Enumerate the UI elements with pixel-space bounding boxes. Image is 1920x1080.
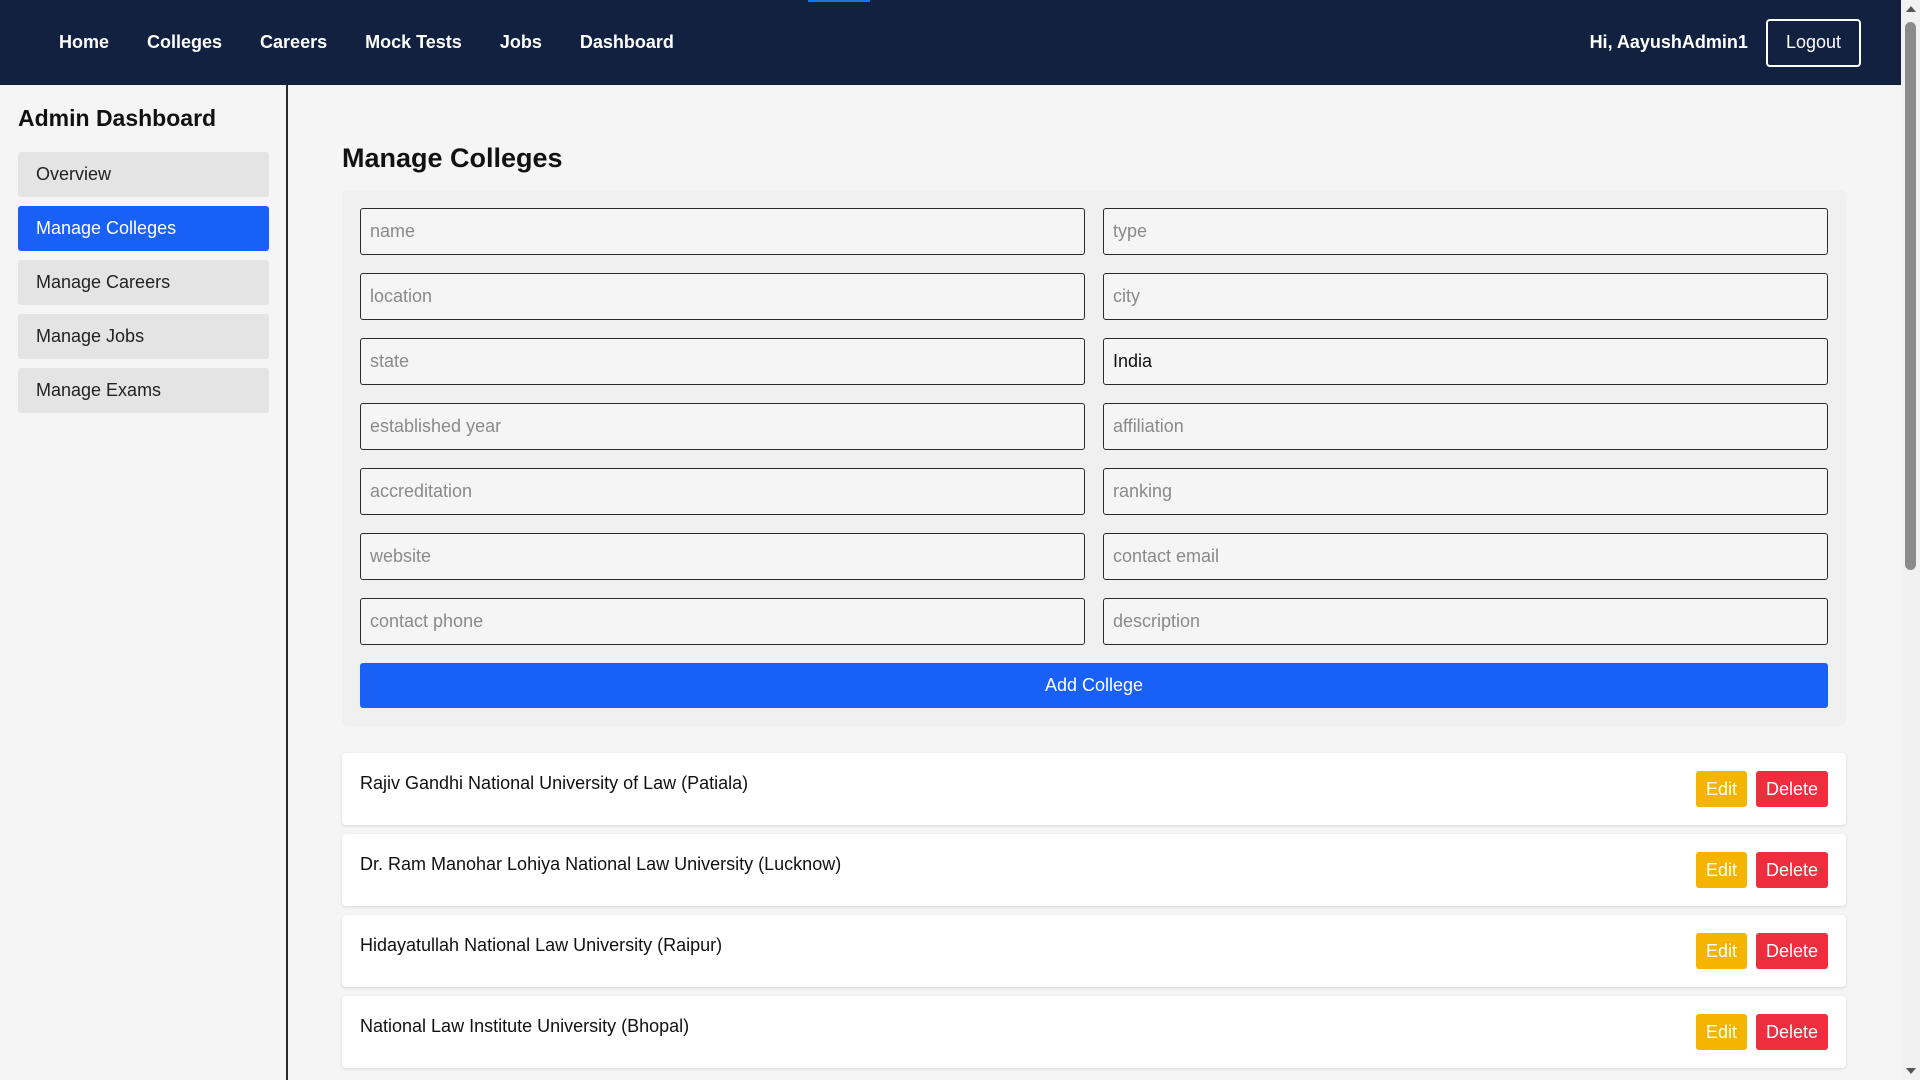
sidebar-title: Admin Dashboard <box>18 105 217 131</box>
row-actions: Edit Delete <box>1695 771 1828 807</box>
row-actions: Edit Delete <box>1695 852 1828 888</box>
nav-link-home[interactable]: Home <box>40 32 128 53</box>
nav-link-careers[interactable]: Careers <box>241 32 346 53</box>
delete-button[interactable]: Delete <box>1755 771 1828 807</box>
page-scrollbar[interactable] <box>1901 0 1920 1080</box>
delete-button[interactable]: Delete <box>1755 852 1828 888</box>
sidebar-item-manage-jobs[interactable]: Manage Jobs <box>18 314 269 359</box>
edit-button[interactable]: Edit <box>1695 933 1747 969</box>
city-field[interactable] <box>1103 273 1828 320</box>
add-college-button[interactable]: Add College <box>360 663 1828 708</box>
type-field[interactable] <box>1103 208 1828 255</box>
delete-button[interactable]: Delete <box>1755 1014 1828 1050</box>
nav-links: Home Colleges Careers Mock Tests Jobs Da… <box>40 32 693 53</box>
nav-active-indicator <box>808 0 870 2</box>
state-field[interactable] <box>360 338 1085 385</box>
ranking-field[interactable] <box>1103 468 1828 515</box>
website-field[interactable] <box>360 533 1085 580</box>
list-item: Dr. Ram Manohar Lohiya National Law Univ… <box>342 834 1846 906</box>
name-field[interactable] <box>360 208 1085 255</box>
sidebar-item-manage-colleges[interactable]: Manage Colleges <box>18 206 269 251</box>
top-navbar: Home Colleges Careers Mock Tests Jobs Da… <box>0 0 1901 85</box>
country-field[interactable] <box>1103 338 1828 385</box>
edit-button[interactable]: Edit <box>1695 1014 1747 1050</box>
college-name: Hidayatullah National Law University (Ra… <box>360 935 723 955</box>
admin-sidebar: Admin Dashboard Overview Manage Colleges… <box>0 85 288 1080</box>
nav-link-jobs[interactable]: Jobs <box>481 32 561 53</box>
user-greeting: Hi, AayushAdmin1 <box>1589 32 1748 52</box>
location-field[interactable] <box>360 273 1085 320</box>
nav-link-dashboard[interactable]: Dashboard <box>561 32 693 53</box>
sidebar-item-manage-exams[interactable]: Manage Exams <box>18 368 269 413</box>
college-name: National Law Institute University (Bhopa… <box>360 1016 690 1036</box>
page-title: Manage Colleges <box>342 143 563 173</box>
list-item: Hidayatullah National Law University (Ra… <box>342 915 1846 987</box>
logout-button[interactable]: Logout <box>1765 18 1861 67</box>
delete-button[interactable]: Delete <box>1755 933 1828 969</box>
row-actions: Edit Delete <box>1695 1014 1828 1050</box>
form-grid <box>360 208 1828 645</box>
scroll-down-arrow-icon[interactable] <box>1906 1068 1916 1074</box>
contact-phone-field[interactable] <box>360 598 1085 645</box>
nav-user-area: Hi, AayushAdmin1 Logout <box>1590 0 1861 85</box>
college-name: Dr. Ram Manohar Lohiya National Law Univ… <box>360 854 842 874</box>
affiliation-field[interactable] <box>1103 403 1828 450</box>
sidebar-item-manage-careers[interactable]: Manage Careers <box>18 260 269 305</box>
sidebar-item-overview[interactable]: Overview <box>18 152 269 197</box>
description-field[interactable] <box>1103 598 1828 645</box>
accreditation-field[interactable] <box>360 468 1085 515</box>
row-actions: Edit Delete <box>1695 933 1828 969</box>
list-item: Rajiv Gandhi National University of Law … <box>342 753 1846 825</box>
college-name: Rajiv Gandhi National University of Law … <box>360 773 749 793</box>
contact-email-field[interactable] <box>1103 533 1828 580</box>
nav-link-colleges[interactable]: Colleges <box>128 32 241 53</box>
main-content: Manage Colleges Add College Rajiv Gandhi… <box>290 85 1901 1080</box>
scroll-thumb[interactable] <box>1905 22 1916 570</box>
scroll-up-arrow-icon[interactable] <box>1906 6 1916 12</box>
list-item: National Law Institute University (Bhopa… <box>342 996 1846 1068</box>
established-year-field[interactable] <box>360 403 1085 450</box>
edit-button[interactable]: Edit <box>1695 771 1747 807</box>
nav-link-mock-tests[interactable]: Mock Tests <box>346 32 481 53</box>
edit-button[interactable]: Edit <box>1695 852 1747 888</box>
college-list: Rajiv Gandhi National University of Law … <box>342 753 1846 1068</box>
add-college-form: Add College <box>342 190 1846 726</box>
